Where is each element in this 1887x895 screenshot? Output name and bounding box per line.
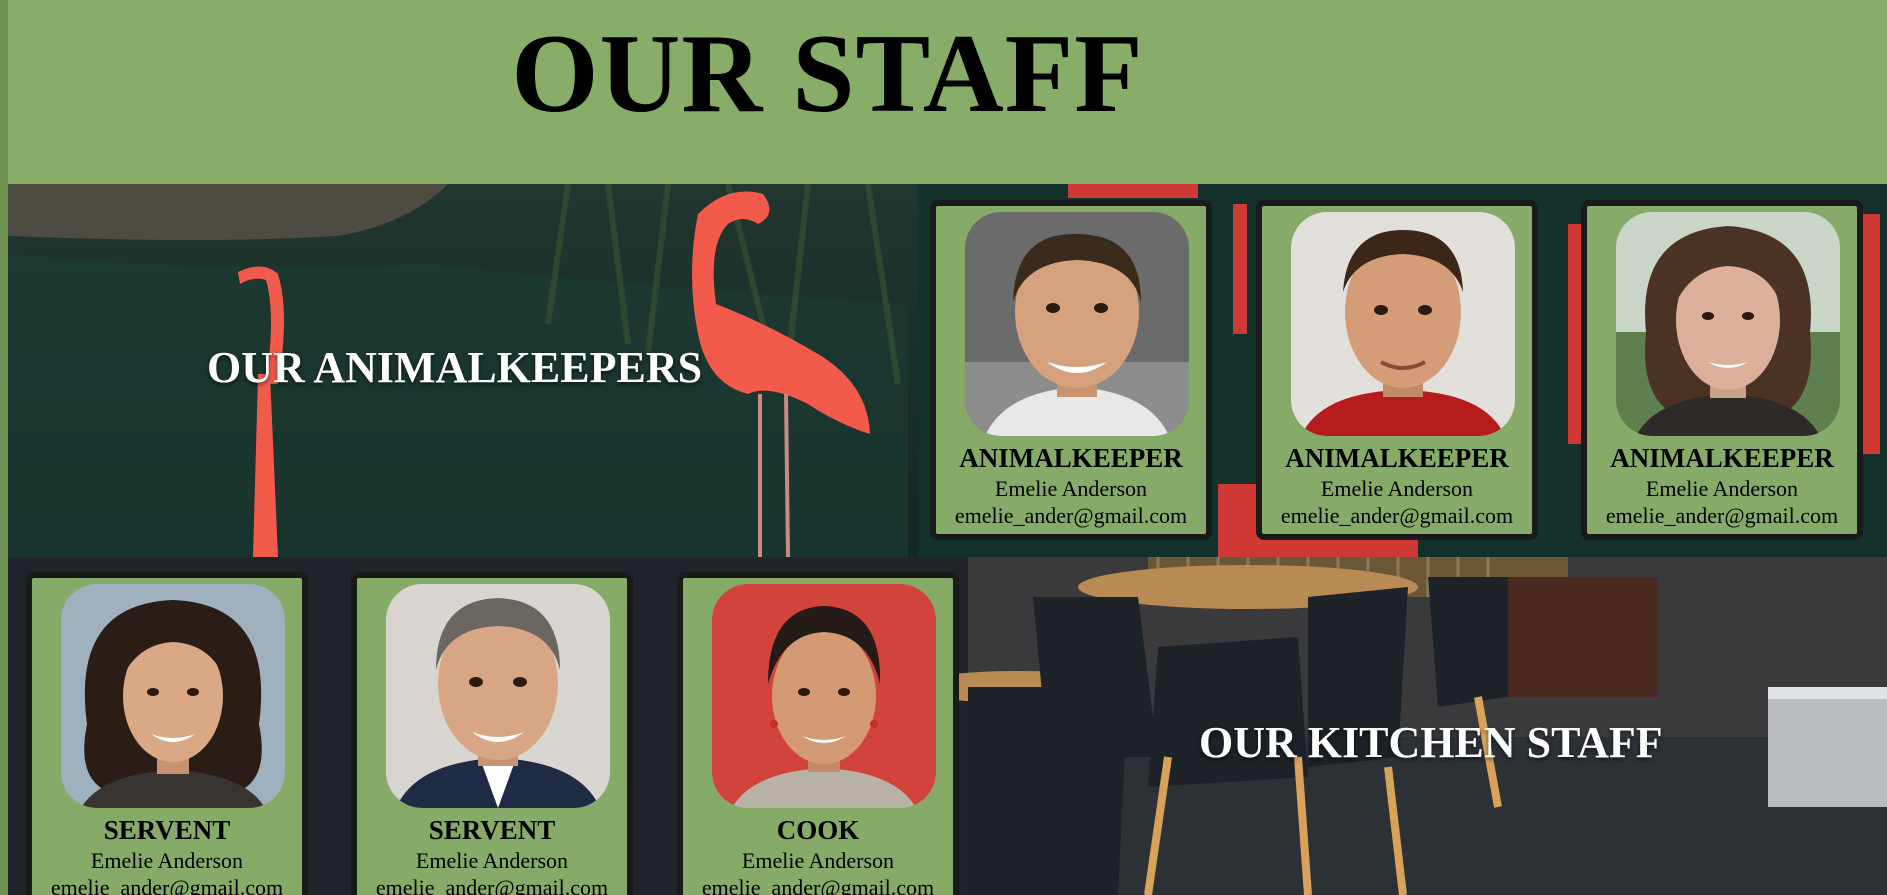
staff-email: emelie_ander@gmail.com	[701, 875, 935, 895]
man-portrait-icon	[1291, 212, 1515, 436]
staff-role: ANIMALKEEPER	[1285, 443, 1509, 473]
kitchen-staff-section: OUR KITCHEN STAFF SERVENT Emelie Anderso…	[8, 557, 1887, 895]
staff-card: SERVENT Emelie Anderson emelie_ander@gma…	[26, 572, 308, 895]
staff-role: SERVENT	[428, 815, 556, 845]
section-title-kitchen-staff: OUR KITCHEN STAFF	[1199, 718, 1663, 767]
staff-card: SERVENT Emelie Anderson emelie_ander@gma…	[351, 572, 633, 895]
page-title: OUR STAFF	[511, 12, 1144, 136]
staff-email: emelie_ander@gmail.com	[1280, 503, 1514, 528]
section-title-animalkeepers: OUR ANIMALKEEPERS	[207, 343, 703, 392]
woman-portrait-icon	[712, 584, 936, 808]
staff-photo	[386, 584, 610, 808]
staff-photo	[1616, 212, 1840, 436]
staff-name: Emelie Anderson	[1645, 476, 1799, 501]
staff-name: Emelie Anderson	[994, 476, 1148, 501]
staff-card: ANIMALKEEPER Emelie Anderson emelie_ande…	[1581, 200, 1863, 540]
woman-portrait-icon	[61, 584, 285, 808]
woman-portrait-icon	[1616, 212, 1840, 436]
staff-role: SERVENT	[103, 815, 231, 845]
staff-role: ANIMALKEEPER	[1610, 443, 1834, 473]
staff-name: Emelie Anderson	[90, 848, 244, 873]
staff-email: emelie_ander@gmail.com	[375, 875, 609, 895]
staff-email: emelie_ander@gmail.com	[1605, 503, 1839, 528]
staff-card: ANIMALKEEPER Emelie Anderson emelie_ande…	[930, 200, 1212, 540]
man-portrait-icon	[965, 212, 1189, 436]
staff-name: Emelie Anderson	[741, 848, 895, 873]
staff-card: ANIMALKEEPER Emelie Anderson emelie_ande…	[1256, 200, 1538, 540]
staff-name: Emelie Anderson	[1320, 476, 1474, 501]
staff-photo	[712, 584, 936, 808]
staff-email: emelie_ander@gmail.com	[50, 875, 284, 895]
staff-name: Emelie Anderson	[415, 848, 569, 873]
animalkeepers-section: OUR ANIMALKEEPERS ANIMALKEEPER Emelie An…	[8, 184, 1887, 557]
man-portrait-icon	[386, 584, 610, 808]
staff-email: emelie_ander@gmail.com	[954, 503, 1188, 528]
staff-card: COOK Emelie Anderson emelie_ander@gmail.…	[677, 572, 959, 895]
staff-role: COOK	[776, 815, 860, 845]
staff-photo	[965, 212, 1189, 436]
staff-photo	[1291, 212, 1515, 436]
staff-photo	[61, 584, 285, 808]
staff-role: ANIMALKEEPER	[959, 443, 1183, 473]
page-header: OUR STAFF	[8, 0, 1887, 184]
